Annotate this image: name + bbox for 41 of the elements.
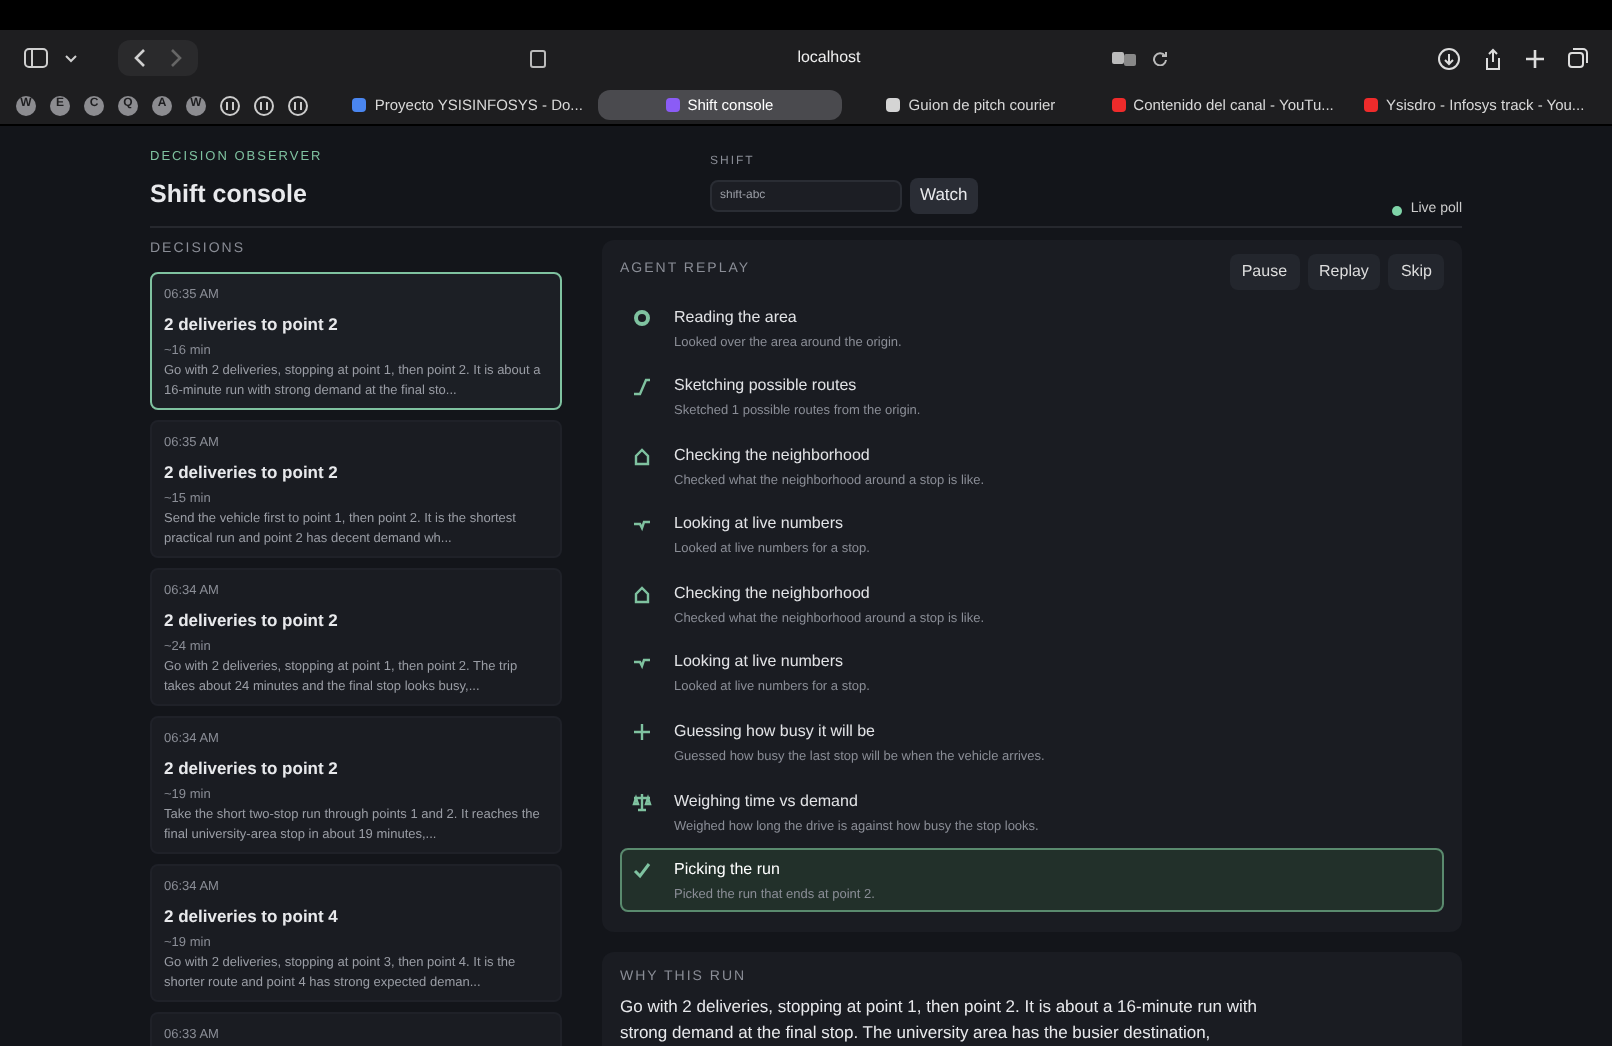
ring-icon: [632, 307, 652, 327]
download-icon[interactable]: [1438, 47, 1460, 69]
page-icon: [530, 49, 546, 67]
replay-control-button[interactable]: Pause: [1229, 253, 1300, 289]
step-title: Weighing time vs demand: [674, 789, 860, 814]
step-title: Checking the neighborhood: [674, 443, 872, 468]
sidebar-icon[interactable]: [24, 48, 48, 68]
page-title: Shift console: [150, 177, 309, 212]
step-title: Sketching possible routes: [674, 374, 859, 399]
replay-control-button[interactable]: Skip: [1388, 253, 1444, 289]
decision-title: 2 deliveries to point 2: [164, 607, 340, 633]
bookmark-icon[interactable]: [254, 95, 274, 115]
why-text: Go with 2 deliveries, stopping at point 1, then point 2. It is about a 16-minute run with strong demand at the final stop. The university area has the busier destination,: [620, 994, 1259, 1046]
step-title: Guessing how busy it will be: [674, 720, 877, 745]
step-title: Picking the run: [674, 858, 782, 883]
forward-icon[interactable]: [170, 48, 182, 68]
bookmark-icon[interactable]: [220, 95, 240, 115]
translate-icon[interactable]: [1112, 50, 1136, 66]
route-line-icon: [632, 376, 652, 397]
back-icon[interactable]: [134, 48, 146, 68]
step-title: Looking at live numbers: [674, 650, 845, 675]
house-icon: [632, 445, 652, 466]
decision-title: 2 deliveries to point 2: [164, 755, 340, 781]
step-title: Checking the neighborhood: [674, 581, 872, 606]
check-icon: [632, 860, 652, 881]
address-field[interactable]: localhost: [562, 46, 1096, 70]
step-title: Looking at live numbers: [674, 512, 845, 537]
replay-control-button[interactable]: Replay: [1307, 253, 1381, 289]
chevron-down-icon[interactable]: [64, 53, 78, 63]
reload-icon[interactable]: [1152, 50, 1168, 66]
watch-button[interactable]: Watch: [910, 177, 978, 213]
decision-title: 2 deliveries to point 4: [164, 903, 340, 929]
house-icon: [632, 583, 652, 604]
bookmark-icon[interactable]: [288, 95, 308, 115]
step-title: Reading the area: [674, 305, 799, 329]
share-icon[interactable]: [1484, 47, 1502, 69]
decision-title: 2 deliveries to point 2: [164, 459, 340, 485]
plus-icon[interactable]: [1526, 49, 1544, 67]
tabs-icon[interactable]: [1568, 48, 1588, 68]
decision-title: 2 deliveries to point 2: [164, 311, 340, 337]
scale-icon: [632, 791, 652, 812]
